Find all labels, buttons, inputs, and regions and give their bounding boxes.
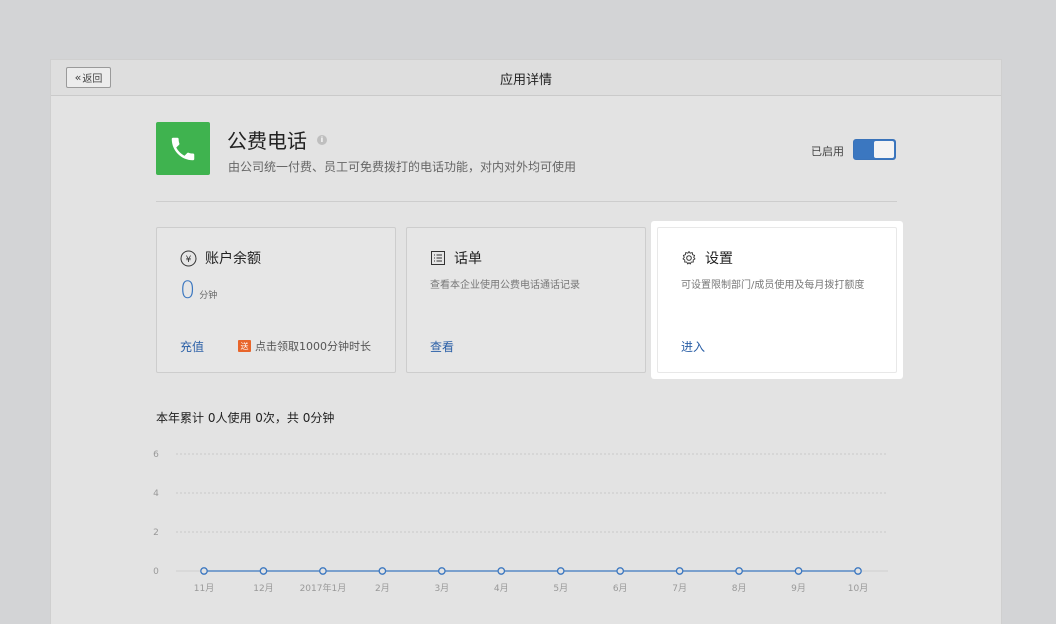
- data-point: [319, 567, 327, 575]
- x-tick-label: 2017年1月: [300, 582, 347, 594]
- data-point: [794, 567, 803, 575]
- promo-text: 点击领取1000分钟时长: [255, 340, 371, 353]
- toggle-knob: [874, 141, 894, 158]
- records-card: 话单 查看本企业使用公费电话通话记录 查看: [406, 227, 646, 373]
- x-tick-label: 12月: [253, 583, 273, 594]
- balance-card-title: ¥ 账户余额: [180, 248, 261, 268]
- data-point: [675, 567, 684, 575]
- y-tick-label: 2: [153, 528, 159, 538]
- app-name: 公费电话 i: [227, 125, 327, 154]
- data-point: [200, 567, 208, 575]
- balance-card: ¥ 账户余额 0 分钟 充值 送 点击领取1000分钟时长: [156, 227, 396, 373]
- enable-toggle[interactable]: [853, 139, 896, 160]
- balance-number: 0: [180, 276, 196, 304]
- app-description: 由公司统一付费、员工可免费拨打的电话功能，对内对外均可使用: [228, 160, 577, 174]
- x-tick-label: 2月: [375, 583, 390, 594]
- x-tick-label: 7月: [672, 583, 687, 594]
- balance-unit: 分钟: [199, 291, 218, 301]
- settings-title-text: 设置: [705, 251, 733, 267]
- data-point: [735, 567, 743, 575]
- records-card-title: 话单: [430, 248, 482, 268]
- data-point: [616, 567, 625, 575]
- list-icon: [431, 251, 445, 265]
- page-title: 应用详情: [499, 73, 552, 88]
- balance-title-text: 账户余额: [205, 251, 261, 267]
- usage-line-chart: 0 2 4 6 11月 12月 2017年1月 2月 3月 4月 5月 6月 7月 8月 9月 10月: [153, 450, 888, 594]
- svg-text:¥: ¥: [186, 255, 192, 265]
- enter-settings-link[interactable]: 进入: [681, 338, 705, 355]
- x-tick-label: 6月: [613, 583, 628, 594]
- records-title-text: 话单: [454, 251, 482, 267]
- records-description: 查看本企业使用公费电话通话记录: [430, 280, 580, 291]
- y-tick-label: 0: [153, 567, 159, 577]
- data-point: [556, 567, 565, 575]
- promo-link[interactable]: 送 点击领取1000分钟时长: [238, 338, 371, 354]
- settings-card[interactable]: 设置 可设置限制部门/成员使用及每月拨打额度 进入: [657, 227, 897, 373]
- recharge-link[interactable]: 充值: [180, 338, 204, 355]
- title-bar: « 返回 应用详情: [51, 60, 1001, 96]
- data-point: [259, 567, 268, 575]
- gift-tag-icon: 送: [238, 340, 251, 352]
- x-tick-label: 10月: [848, 583, 868, 594]
- x-tick-label: 3月: [434, 583, 449, 594]
- settings-description: 可设置限制部门/成员使用及每月拨打额度: [681, 280, 865, 291]
- balance-value: 0 分钟: [180, 276, 217, 304]
- data-point: [854, 567, 862, 575]
- data-point: [437, 567, 446, 575]
- x-tick-label: 8月: [732, 583, 747, 594]
- x-tick-label: 5月: [553, 583, 568, 594]
- settings-card-title: 设置: [681, 248, 733, 268]
- data-point: [378, 567, 387, 575]
- gear-icon: [682, 251, 696, 265]
- divider: [156, 201, 897, 202]
- yen-circle-icon: ¥: [180, 250, 197, 266]
- app-icon: [156, 122, 210, 175]
- x-tick-label: 9月: [791, 583, 806, 594]
- info-icon[interactable]: i: [317, 134, 327, 145]
- phone-icon: [171, 137, 195, 160]
- data-point: [497, 567, 506, 575]
- x-tick-label: 4月: [494, 583, 509, 594]
- app-name-text: 公费电话: [227, 129, 307, 153]
- y-tick-label: 6: [153, 450, 159, 460]
- y-tick-label: 4: [153, 489, 159, 499]
- app-detail-panel: « 返回 应用详情 公费电话 i 由公司统一付费、员工可免费拨打的电话功能，对内…: [50, 59, 1002, 624]
- usage-summary: 本年累计 0人使用 0次，共 0分钟: [156, 411, 335, 425]
- status-label: 已启用: [811, 145, 844, 158]
- view-records-link[interactable]: 查看: [430, 338, 454, 355]
- x-tick-label: 11月: [194, 583, 214, 594]
